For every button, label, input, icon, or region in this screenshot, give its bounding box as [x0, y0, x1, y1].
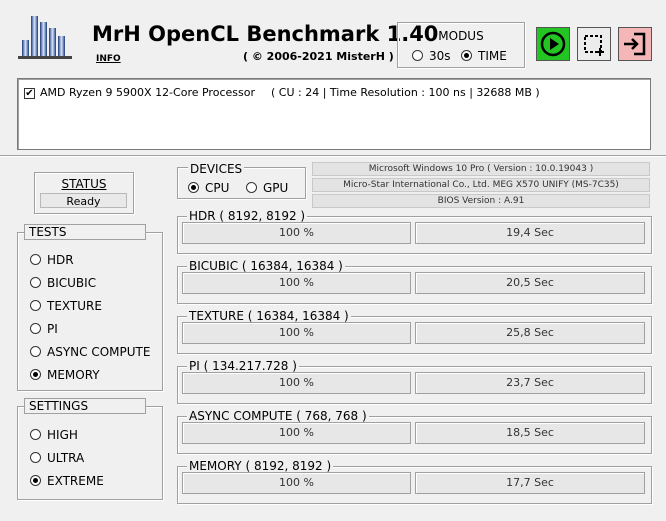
- radio-icon: [30, 346, 41, 357]
- exit-icon: [624, 32, 646, 56]
- benchmark-time: 20,5 Sec: [415, 272, 645, 294]
- benchmark-title: BICUBIC ( 16384, 16384 ): [187, 259, 345, 273]
- bar-chart-logo-icon: [18, 16, 72, 59]
- test-option-texture[interactable]: TEXTURE: [30, 298, 102, 313]
- radio-icon: [30, 277, 41, 288]
- info-link[interactable]: INFO: [96, 54, 121, 64]
- benchmark-percent: 100 %: [182, 372, 411, 394]
- setting-option-ultra[interactable]: ULTRA: [30, 450, 84, 465]
- radio-selected-icon: [461, 50, 472, 61]
- benchmark-title: TEXTURE ( 16384, 16384 ): [187, 309, 351, 323]
- benchmark-percent: 100 %: [182, 272, 411, 294]
- processor-name: AMD Ryzen 9 5900X 12-Core Processor: [40, 86, 255, 99]
- settings-group: SETTINGS HIGH ULTRA EXTREME: [17, 398, 163, 500]
- device-option-gpu[interactable]: GPU: [246, 180, 288, 195]
- test-option-pi[interactable]: PI: [30, 321, 58, 336]
- status-group: STATUS Ready: [34, 172, 134, 214]
- benchmark-time: 23,7 Sec: [415, 372, 645, 394]
- exit-button[interactable]: [618, 27, 652, 61]
- benchmark-percent: 100 %: [182, 422, 411, 444]
- motherboard-info: Micro-Star International Co., Ltd. MEG X…: [312, 178, 650, 192]
- modus-title: MODUS: [438, 29, 484, 43]
- benchmark-memory: MEMORY ( 8192, 8192 ) 100 % 17,7 Sec: [177, 459, 652, 504]
- start-benchmark-button[interactable]: [536, 27, 570, 61]
- processor-details: ( CU : 24 | Time Resolution : 100 ns | 3…: [271, 86, 540, 99]
- test-option-hdr[interactable]: HDR: [30, 252, 74, 267]
- modus-option-30s[interactable]: 30s: [412, 48, 451, 63]
- app-logo: [16, 12, 74, 60]
- benchmark-percent: 100 %: [182, 322, 411, 344]
- processor-checkbox[interactable]: ✔: [24, 88, 35, 99]
- separator-line: [0, 155, 666, 157]
- os-info: Microsoft Windows 10 Pro ( Version : 10.…: [312, 162, 650, 176]
- benchmark-time: 18,5 Sec: [415, 422, 645, 444]
- test-option-async-compute[interactable]: ASYNC COMPUTE: [30, 344, 150, 359]
- device-option-cpu[interactable]: CPU: [188, 180, 229, 195]
- radio-icon: [30, 323, 41, 334]
- radio-selected-icon: [188, 182, 199, 193]
- benchmark-title: PI ( 134.217.728 ): [187, 359, 299, 373]
- benchmark-title: MEMORY ( 8192, 8192 ): [187, 459, 334, 473]
- copyright-text: ( © 2006-2021 MisterH ): [243, 50, 394, 63]
- bios-info: BIOS Version : A.91: [312, 194, 650, 208]
- play-circle-icon: [540, 31, 566, 57]
- radio-icon: [246, 182, 257, 193]
- benchmark-time: 19,4 Sec: [415, 222, 645, 244]
- selection-icon: [584, 35, 604, 56]
- benchmark-time: 25,8 Sec: [415, 322, 645, 344]
- setting-option-extreme[interactable]: EXTREME: [30, 473, 104, 488]
- app-title: MrH OpenCL Benchmark 1.40: [92, 22, 439, 46]
- settings-title: SETTINGS: [24, 398, 146, 414]
- benchmark-title: ASYNC COMPUTE ( 768, 768 ): [187, 409, 369, 423]
- setting-option-high[interactable]: HIGH: [30, 427, 78, 442]
- test-option-memory[interactable]: MEMORY: [30, 367, 100, 382]
- radio-icon: [412, 50, 423, 61]
- tests-group: TESTS HDR BICUBIC TEXTURE PI ASYNC COMPU…: [17, 224, 163, 391]
- radio-selected-icon: [30, 475, 41, 486]
- benchmark-percent: 100 %: [182, 222, 411, 244]
- benchmark-async-compute: ASYNC COMPUTE ( 768, 768 ) 100 % 18,5 Se…: [177, 409, 652, 454]
- benchmark-pi: PI ( 134.217.728 ) 100 % 23,7 Sec: [177, 359, 652, 404]
- tests-title: TESTS: [24, 224, 146, 240]
- status-title: STATUS: [61, 177, 107, 191]
- benchmark-title: HDR ( 8192, 8192 ): [187, 209, 308, 223]
- benchmark-time: 17,7 Sec: [415, 472, 645, 494]
- modus-option-time[interactable]: TIME: [461, 48, 507, 63]
- benchmark-percent: 100 %: [182, 472, 411, 494]
- benchmark-texture: TEXTURE ( 16384, 16384 ) 100 % 25,8 Sec: [177, 309, 652, 354]
- devices-group: DEVICES CPU GPU: [177, 162, 306, 199]
- status-value: Ready: [40, 193, 127, 208]
- radio-icon: [30, 452, 41, 463]
- radio-icon: [30, 429, 41, 440]
- test-option-bicubic[interactable]: BICUBIC: [30, 275, 96, 290]
- selection-button[interactable]: [577, 27, 611, 61]
- benchmark-bicubic: BICUBIC ( 16384, 16384 ) 100 % 20,5 Sec: [177, 259, 652, 304]
- processor-list[interactable]: ✔ AMD Ryzen 9 5900X 12-Core Processor ( …: [17, 78, 651, 150]
- devices-title: DEVICES: [188, 162, 245, 176]
- modus-group: MODUS 30s TIME: [397, 22, 525, 68]
- radio-icon: [30, 300, 41, 311]
- radio-selected-icon: [30, 369, 41, 380]
- benchmark-hdr: HDR ( 8192, 8192 ) 100 % 19,4 Sec: [177, 209, 652, 254]
- radio-icon: [30, 254, 41, 265]
